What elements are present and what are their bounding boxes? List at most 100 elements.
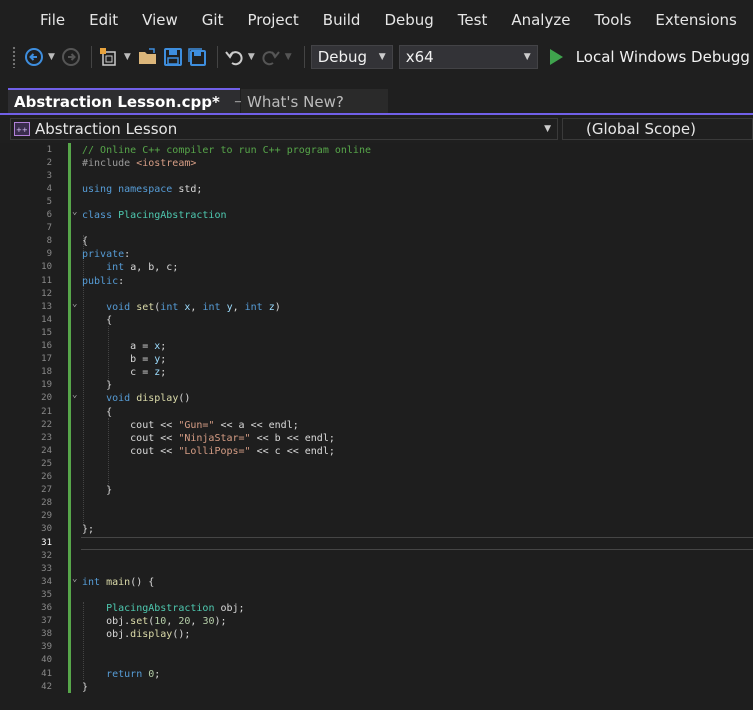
code-line[interactable]: 39 <box>0 641 753 654</box>
code-line[interactable]: 33 <box>0 563 753 576</box>
back-icon[interactable] <box>24 45 44 69</box>
code-line[interactable]: 24 cout << "LolliPops=" << c << endl; <box>0 445 753 458</box>
menu-item-file[interactable]: File <box>28 11 77 29</box>
tab-whats-new[interactable]: What's New? <box>241 89 388 114</box>
line-number: 21 <box>41 406 52 417</box>
code-line[interactable]: 21 { <box>0 406 753 419</box>
line-number: 6 <box>46 210 52 220</box>
code-line[interactable]: 23 cout << "NinjaStar=" << b << endl; <box>0 432 753 445</box>
code-line[interactable]: 13 ⌄ void set(int x, int y, int z) <box>0 298 753 314</box>
code-text: PlacingAbstraction obj; <box>82 602 244 615</box>
navigation-bar: ++ Abstraction Lesson ▼ (Global Scope) <box>0 115 753 143</box>
code-line[interactable]: 1 // Online C++ compiler to run C++ progr… <box>0 144 753 157</box>
menu-item-project[interactable]: Project <box>235 11 310 29</box>
code-line[interactable]: 16 a = x; <box>0 340 753 353</box>
code-line[interactable]: 36 PlacingAbstraction obj; <box>0 602 753 615</box>
code-line[interactable]: 6 ⌄ class PlacingAbstraction <box>0 206 753 222</box>
code-line[interactable]: 2 #include <iostream> <box>0 157 753 170</box>
code-line[interactable]: 18 c = z; <box>0 366 753 379</box>
code-line[interactable]: 11 public: <box>0 275 753 288</box>
code-line[interactable]: 3 <box>0 170 753 183</box>
save-icon[interactable] <box>163 45 183 69</box>
start-debugging-button[interactable]: Local Windows Debugg <box>576 48 750 66</box>
code-line[interactable]: 9 private: <box>0 248 753 261</box>
toolbar-separator <box>90 46 92 68</box>
code-line[interactable]: 30}; <box>0 523 753 536</box>
toolbar-separator <box>216 46 218 68</box>
code-line[interactable]: 38 obj.display(); <box>0 628 753 641</box>
code-line[interactable]: 8{ <box>0 235 753 248</box>
code-line[interactable]: 37 obj.set(10, 20, 30); <box>0 615 753 628</box>
code-line[interactable]: 40 <box>0 654 753 667</box>
code-line[interactable]: 26 <box>0 471 753 484</box>
code-token: int <box>82 576 107 588</box>
menu-items: File Edit View Git Project Build Debug Test Anal… <box>28 11 753 29</box>
code-line[interactable]: 7 <box>0 222 753 235</box>
menu-item-debug[interactable]: Debug <box>372 11 445 29</box>
code-line[interactable]: 28 <box>0 497 753 510</box>
menu-item-build[interactable]: Build <box>311 11 373 29</box>
fold-chevron-icon[interactable]: ⌄ <box>72 573 77 586</box>
open-folder-icon[interactable] <box>137 45 159 69</box>
project-dropdown[interactable]: ++ Abstraction Lesson ▼ <box>10 118 558 140</box>
code-line[interactable]: 22 cout << "Gun=" << a << endl; <box>0 419 753 432</box>
new-item-dropdown-icon[interactable]: ▼ <box>124 52 131 62</box>
code-text: obj.display(); <box>82 628 190 641</box>
code-line[interactable]: 14 { <box>0 314 753 327</box>
code-line[interactable]: 19 } <box>0 379 753 392</box>
code-token: : <box>118 275 125 287</box>
code-line[interactable]: 32 <box>0 550 753 563</box>
code-token: cout << <box>82 445 179 457</box>
menu-item-view[interactable]: View <box>130 11 190 29</box>
menu-item-analyze[interactable]: Analyze <box>499 11 582 29</box>
tab-abstraction-lesson[interactable]: Abstraction Lesson.cpp* ⊣ ✕ <box>8 88 266 114</box>
menu-item-extensions[interactable]: Extensions <box>643 11 748 29</box>
line-number: 13 <box>41 301 52 312</box>
code-line[interactable]: 29 <box>0 510 753 523</box>
menu-item-edit[interactable]: Edit <box>77 11 130 29</box>
code-line[interactable]: 15 <box>0 327 753 340</box>
redo-icon[interactable] <box>261 45 281 69</box>
code-line[interactable]: 5 <box>0 196 753 209</box>
save-all-icon[interactable] <box>187 45 207 69</box>
project-name: Abstraction Lesson <box>35 120 178 138</box>
menu-item-git[interactable]: Git <box>190 11 236 29</box>
fold-chevron-icon[interactable]: ⌄ <box>72 298 77 311</box>
code-line[interactable]: 41 return 0; <box>0 668 753 681</box>
undo-dropdown-icon[interactable]: ▼ <box>248 52 255 62</box>
code-line[interactable]: 34 ⌄ int main() { <box>0 573 753 589</box>
code-line[interactable]: 20 ⌄ void display() <box>0 389 753 405</box>
code-text: } <box>82 379 112 392</box>
scope-dropdown[interactable]: (Global Scope) <box>562 118 753 140</box>
code-line[interactable]: 31 <box>0 537 753 550</box>
fold-chevron-icon[interactable]: ⌄ <box>72 206 77 219</box>
code-line[interactable]: 42} <box>0 681 753 694</box>
code-text: int a, b, c; <box>82 261 178 274</box>
code-editor[interactable]: 1 // Online C++ compiler to run C++ progr… <box>0 143 753 710</box>
redo-dropdown-icon[interactable]: ▼ <box>285 52 292 62</box>
code-line[interactable]: 4 using namespace std; <box>0 183 753 196</box>
line-number: 26 <box>41 472 52 482</box>
code-line[interactable]: 25 <box>0 458 753 471</box>
code-token: int <box>244 301 269 313</box>
code-line[interactable]: 27 } <box>0 484 753 497</box>
menu-item-tools[interactable]: Tools <box>582 11 643 29</box>
configuration-value: Debug <box>317 48 368 66</box>
code-line[interactable]: 10 int a, b, c; <box>0 261 753 274</box>
back-dropdown-icon[interactable]: ▼ <box>48 52 55 62</box>
undo-icon[interactable] <box>224 45 244 69</box>
code-line[interactable]: 35 <box>0 589 753 602</box>
configuration-select[interactable]: Debug ▼ <box>310 45 393 69</box>
code-line[interactable]: 17 b = y; <box>0 353 753 366</box>
platform-select[interactable]: x64 ▼ <box>398 45 538 69</box>
toolbar-grip[interactable] <box>12 46 16 68</box>
fold-chevron-icon[interactable]: ⌄ <box>72 389 77 402</box>
new-item-icon[interactable] <box>98 45 120 69</box>
menu-item-wir[interactable]: Wir <box>749 11 753 29</box>
code-line[interactable]: 12 <box>0 288 753 301</box>
menu-item-test[interactable]: Test <box>446 11 500 29</box>
play-icon[interactable] <box>548 45 564 69</box>
line-number: 34 <box>41 576 52 587</box>
forward-icon[interactable] <box>61 45 81 69</box>
